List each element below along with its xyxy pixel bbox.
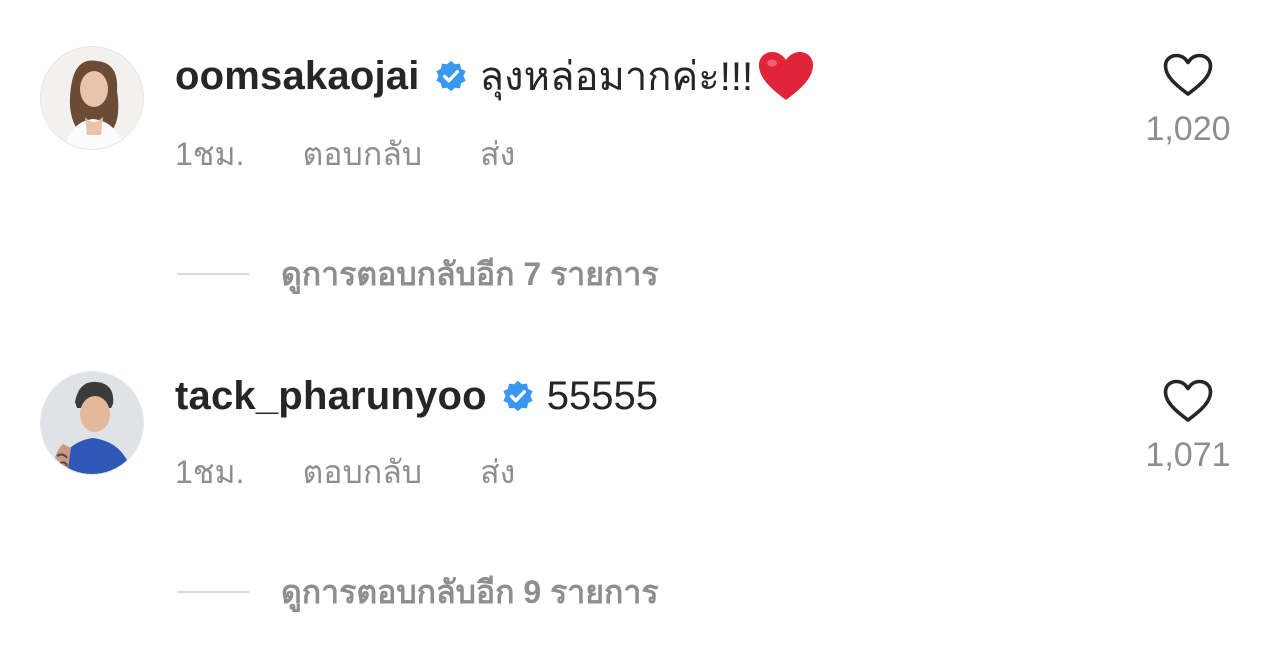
comment-meta: 1ชม. ตอบกลับ ส่ง <box>175 452 515 492</box>
comment-meta: 1ชม. ตอบกลับ ส่ง <box>175 134 515 174</box>
divider-line <box>177 591 249 593</box>
like-area: 1,020 <box>1130 52 1246 149</box>
comment-text: ลุงหล่อมากค่ะ!!! <box>479 55 754 99</box>
reply-button[interactable]: ตอบกลับ <box>303 129 423 180</box>
verified-badge-icon <box>434 59 468 93</box>
comment-body: oomsakaojai ลุงหล่อมากค่ะ!!! <box>175 50 815 102</box>
avatar[interactable] <box>40 371 144 475</box>
reply-button[interactable]: ตอบกลับ <box>303 447 423 498</box>
username[interactable]: oomsakaojai <box>175 54 420 99</box>
send-button[interactable]: ส่ง <box>480 129 515 180</box>
view-replies-label: ดูการตอบกลับอีก 7 รายการ <box>281 255 659 292</box>
avatar-image <box>41 372 143 474</box>
heart-outline-icon[interactable] <box>1162 52 1214 98</box>
comment-time: 1ชม. <box>175 453 245 490</box>
heart-outline-icon[interactable] <box>1162 378 1214 424</box>
like-count: 1,020 <box>1145 110 1231 148</box>
send-button[interactable]: ส่ง <box>480 447 515 498</box>
view-replies-label: ดูการตอบกลับอีก 9 รายการ <box>281 573 659 610</box>
verified-badge-icon <box>501 379 535 413</box>
divider-line <box>177 273 249 275</box>
comment-time: 1ชม. <box>175 135 245 172</box>
view-replies-button[interactable]: ดูการตอบกลับอีก 7 รายการ <box>177 252 659 296</box>
view-replies-button[interactable]: ดูการตอบกลับอีก 9 รายการ <box>177 570 659 614</box>
username[interactable]: tack_pharunyoo <box>175 374 487 419</box>
red-heart-emoji-icon <box>757 50 815 102</box>
avatar-image <box>41 47 143 149</box>
avatar[interactable] <box>40 46 144 150</box>
like-count: 1,071 <box>1145 436 1231 474</box>
comment-text: 55555 <box>546 373 658 418</box>
like-area: 1,071 <box>1130 378 1246 475</box>
comment-body: tack_pharunyoo 55555 <box>175 370 658 422</box>
